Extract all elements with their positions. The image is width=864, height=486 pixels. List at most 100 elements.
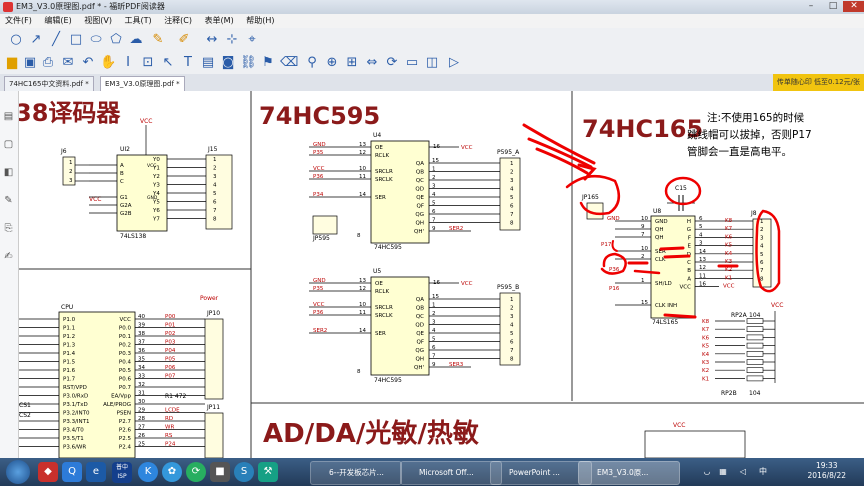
save-icon[interactable]: ▣ <box>22 55 38 71</box>
promo-banner[interactable]: 传单随心印 低至0.12元/张 <box>772 74 864 91</box>
minimize-button[interactable]: – <box>800 1 822 12</box>
circle-tool-icon[interactable]: ○ <box>8 32 24 48</box>
line-tool-icon[interactable]: ╱ <box>48 32 64 48</box>
u5-pins-pin-ser: SER <box>375 331 386 337</box>
rp2-resistor <box>746 318 764 324</box>
wifi-icon[interactable]: ◡ <box>700 462 714 482</box>
j15-pin-num: 5 <box>213 191 217 197</box>
network-icon[interactable]: ▦ <box>716 462 730 482</box>
menu-file[interactable]: 文件(F) <box>0 14 37 28</box>
highlighter-tool-icon[interactable]: ✐ <box>176 32 192 48</box>
bookmark-icon[interactable]: ▤ <box>3 111 14 123</box>
snapshot-icon[interactable]: ⊡ <box>140 55 156 71</box>
tab-74hc165[interactable]: 74HC165中文资料.pdf * <box>4 76 94 91</box>
u8-net: K4 <box>725 251 733 257</box>
menu-form[interactable]: 表单(M) <box>200 14 239 28</box>
tools-icon[interactable]: ⚒ <box>258 462 278 482</box>
fit-width-icon[interactable]: ⇔ <box>364 55 380 71</box>
u5-pins-conn-pin: 2 <box>510 306 514 312</box>
j8-pin-num: 5 <box>760 252 764 258</box>
qq-icon[interactable]: Q <box>62 462 82 482</box>
next-view-icon[interactable]: ▷ <box>446 55 462 71</box>
open-folder-icon[interactable]: ▆ <box>4 55 20 71</box>
u4-ref: U4 <box>373 132 381 139</box>
u4-pins-pin-qe: QE <box>416 195 424 201</box>
polygon-tool-icon[interactable]: ⬠ <box>108 32 124 48</box>
binoculars-icon[interactable]: ⚲ <box>304 55 320 71</box>
u4-pins-pin-ser: SER <box>375 195 386 201</box>
task-folder[interactable]: 6--开发板芯片... <box>310 461 402 485</box>
u5-pins-pin-srclk: SRCLK <box>375 313 393 319</box>
arrow-tool-icon[interactable]: ↗ <box>28 32 44 48</box>
undo-icon[interactable]: ↶ <box>80 55 96 71</box>
facing-view-icon[interactable]: ◫ <box>424 55 440 71</box>
cpu-pin-left: P3.1/TxD <box>63 402 88 408</box>
rectangle-tool-icon[interactable]: □ <box>68 32 84 48</box>
p595b-connector <box>499 292 521 366</box>
menu-view[interactable]: 视图(V) <box>79 14 117 28</box>
fit-page-icon[interactable]: ⊞ <box>344 55 360 71</box>
perimeter-tool-icon[interactable]: ⊹ <box>224 32 240 48</box>
task-office[interactable]: Microsoft Off... <box>400 461 502 485</box>
k-app-icon[interactable]: K <box>138 462 158 482</box>
hand-tool-icon[interactable]: ✋ <box>100 55 116 71</box>
start-button[interactable] <box>6 460 30 484</box>
menu-edit[interactable]: 编辑(E) <box>39 14 76 28</box>
cpu-pin-right: P0.3 <box>119 351 132 357</box>
baidu-icon[interactable]: ✿ <box>162 462 182 482</box>
pages-icon[interactable]: ▢ <box>3 139 14 151</box>
print-icon[interactable]: ⎙ <box>40 55 56 71</box>
u12-pin-a: A <box>120 163 124 169</box>
typewriter-icon[interactable]: T <box>180 55 196 71</box>
link-icon[interactable]: ⛓ <box>240 55 257 71</box>
360-icon[interactable]: ⟳ <box>186 462 206 482</box>
email-icon[interactable]: ✉ <box>60 55 76 71</box>
select-icon[interactable]: ↖ <box>160 55 176 71</box>
pencil-tool-icon[interactable]: ✎ <box>150 32 166 48</box>
power-label: Power <box>200 295 219 302</box>
image-icon[interactable]: ▤ <box>200 55 216 71</box>
menu-comment[interactable]: 注释(C) <box>159 14 197 28</box>
distance-tool-icon[interactable]: ↔ <box>204 32 220 48</box>
sogou-icon[interactable]: S <box>234 462 254 482</box>
u8-pin-left: QH <box>655 227 663 233</box>
select-text-icon[interactable]: I <box>120 55 136 71</box>
layers-icon[interactable]: ◧ <box>3 167 14 179</box>
signature-icon[interactable]: ✍ <box>3 251 14 263</box>
close-button[interactable]: ✕ <box>843 1 864 12</box>
isp-tool-icon[interactable]: 普中 ISP <box>112 462 132 483</box>
cloud-tool-icon[interactable]: ☁ <box>128 32 144 48</box>
task-powerpoint[interactable]: PowerPoint ... <box>490 461 592 485</box>
menu-help[interactable]: 帮助(H) <box>241 14 279 28</box>
u5-conn-label: P595_B <box>497 284 519 291</box>
page-view-icon[interactable]: ▭ <box>404 55 420 71</box>
task-em3[interactable]: EM3_V3.0原... <box>578 461 680 485</box>
camera-icon[interactable]: ◙ <box>220 55 236 71</box>
section-title-decoder: 38译码器 <box>19 99 121 127</box>
comments-icon[interactable]: ✎ <box>3 195 14 207</box>
system-clock[interactable]: 19:33 2016/8/22 <box>808 461 846 481</box>
cpu-pin-right: VCC <box>120 317 132 323</box>
area-tool-icon[interactable]: ⌖ <box>244 32 260 48</box>
rotate-icon[interactable]: ⟳ <box>384 55 400 71</box>
u8-pin-right: C <box>687 260 691 266</box>
maximize-button[interactable]: □ <box>822 1 844 12</box>
app-icon-red[interactable]: ◆ <box>38 462 58 482</box>
menu-tools[interactable]: 工具(T) <box>120 14 157 28</box>
zoom-icon[interactable]: ⊕ <box>324 55 340 71</box>
u5-pins-pin-qg: QG <box>415 348 424 354</box>
rp2-net: K8 <box>702 319 710 325</box>
u5-pins-pin-qe: QE <box>416 331 424 337</box>
u5-pins-net: GND <box>313 278 326 284</box>
ie-icon[interactable]: e <box>86 462 106 482</box>
media-icon[interactable]: ■ <box>210 462 230 482</box>
document-view[interactable]: 38译码器 74HC595 74HC165 AD/DA/光敏/热敏 注:不使用1… <box>19 91 864 458</box>
eraser-icon[interactable]: ⌫ <box>280 55 298 71</box>
lang-icon[interactable]: 中 <box>756 462 770 482</box>
ellipse-tool-icon[interactable]: ⬭ <box>88 32 104 48</box>
attachment-icon[interactable]: ⎘ <box>3 223 14 235</box>
cpu-net: RS <box>165 433 173 439</box>
stamp-icon[interactable]: ⚑ <box>260 55 276 71</box>
tab-em3-schematic[interactable]: EM3_V3.0原理图.pdf * <box>100 76 185 91</box>
volume-icon[interactable]: ◁ <box>736 462 750 482</box>
